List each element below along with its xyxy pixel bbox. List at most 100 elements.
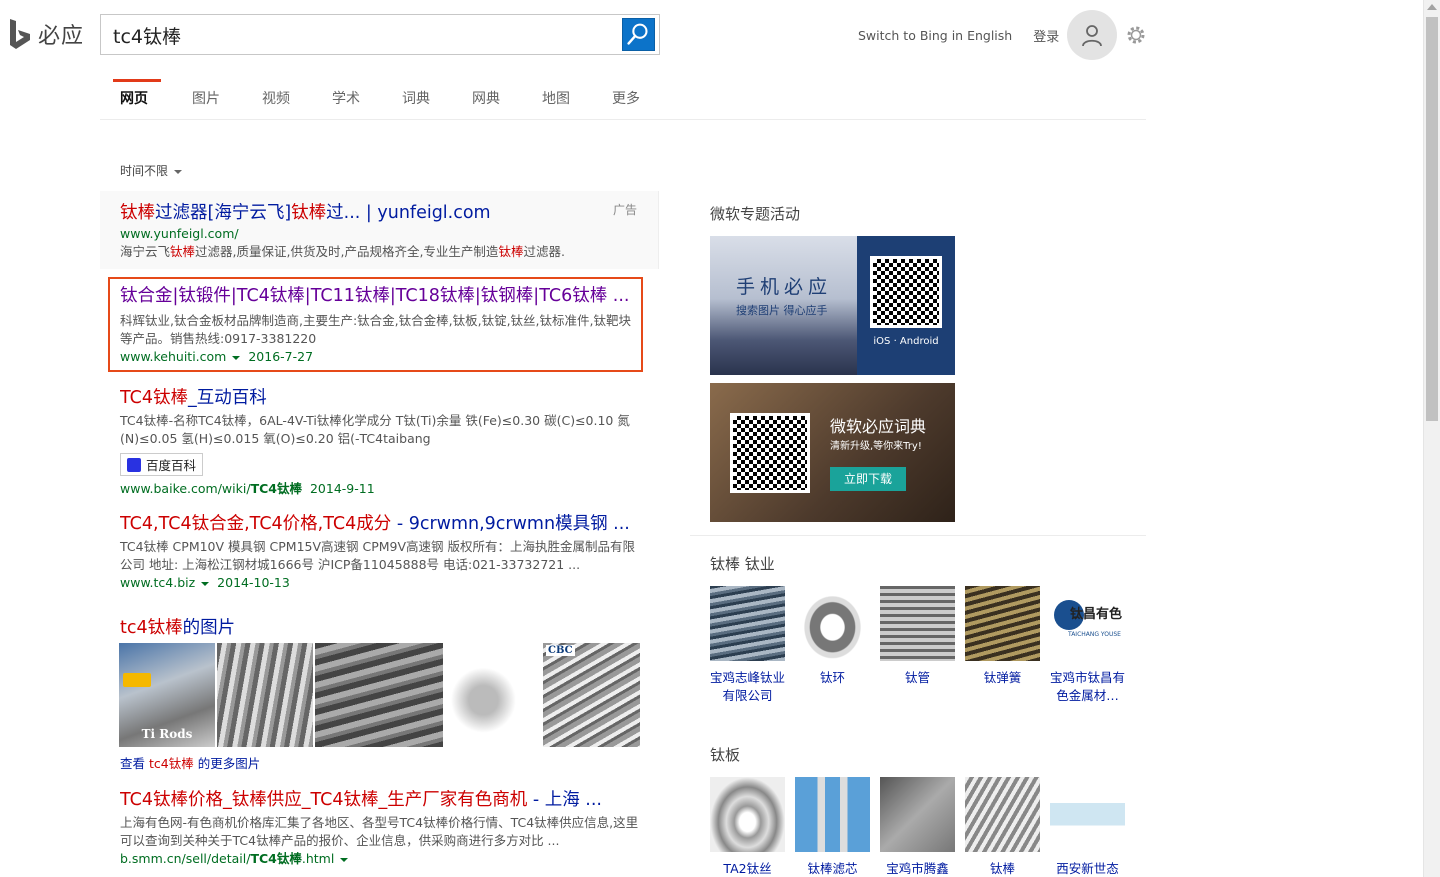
user-icon [1082,25,1103,47]
tab-web[interactable]: 网页 [120,88,148,108]
entity-label: 钛弹簧 [983,670,1022,685]
image-thumb[interactable]: CBC [543,643,640,747]
snippet-text: 过滤器,质量保证,供货及时,产品规格齐全,专业生产制造 [195,244,499,259]
chevron-down-icon[interactable] [201,581,210,586]
promo-subtitle: 搜索图片 得心应手 [736,304,828,317]
tab-images[interactable]: 图片 [192,88,220,108]
entity-card[interactable]: 钛棒滤芯 [795,777,870,877]
search-icon [627,23,648,45]
link-highlight: tc4钛棒 [148,756,194,771]
image-results-title[interactable]: tc4钛棒的图片 [120,614,235,639]
result-title[interactable]: TC4,TC4钛合金,TC4价格,TC4成分 - 9crwmn,9crwmn模具… [120,512,640,536]
url-bold: TC4钛棒 [250,851,302,866]
result-snippet: 上海有色网-有色商机价格库汇集了各地区、各型号TC4钛棒价格行情、TC4钛棒供应… [120,815,639,848]
promo-subtitle: 清新升级,等你来Try! [830,441,922,452]
title-highlight: TC4,TC4钛合金,TC4价格,TC4成分 [120,514,392,534]
entity-label: 钛管 [904,670,930,685]
url-text: www.kehuiti.com [120,349,227,364]
title-highlight: 钛棒 [120,203,155,223]
avatar[interactable] [1067,10,1118,60]
promo-bing-dict[interactable]: 微软必应词典 清新升级,等你来Try! 立即下载 [710,383,955,522]
result-url[interactable]: www.kehuiti.com 2016-7-27 [120,348,640,366]
tab-videos[interactable]: 视频 [262,88,290,108]
entity-label: 钛棒 [989,861,1015,876]
promo-bing-mobile[interactable]: 手机必应 搜索图片 得心应手 iOS · Android [710,236,955,375]
qr-panel: iOS · Android [857,236,955,375]
title-highlight: TC4钛棒 [120,388,189,408]
entity-image [965,586,1040,661]
url-text: b.smm.cn/sell/detail/ [120,851,251,866]
download-button[interactable]: 立即下载 [830,467,906,491]
entity-card[interactable]: 钛管 [880,586,955,687]
tab-maps[interactable]: 地图 [542,88,570,108]
bing-logo[interactable]: 必应 [8,18,84,50]
result-url[interactable]: b.smm.cn/sell/detail/TC4钛棒.html [120,850,640,868]
title-highlight: TC4钛棒价格_钛棒供应_TC4钛棒_生产厂家有色商机 [120,790,528,810]
entity-card[interactable]: 钛环 [795,586,870,687]
page-scrollbar[interactable] [1423,0,1440,877]
entity-image [795,586,870,661]
promo-title: 手机必应 [736,276,833,298]
result-baike-cite: www.baike.com/wiki/TC4钛棒 2014-9-11 [120,480,640,498]
title-text: 过滤器[海宁云飞] [155,203,292,223]
entity-label: TA2钛丝 [723,861,772,876]
entity-image [880,777,955,852]
baike-badge[interactable]: 百度百科 [120,453,204,476]
entity-image [710,777,785,852]
search-button[interactable] [622,18,655,51]
switch-language-link[interactable]: Switch to Bing in English [858,28,1012,43]
title-text: - 上海 ... [527,790,602,810]
chevron-down-icon[interactable] [232,355,241,360]
entity-card[interactable]: 宝鸡市腾鑫 [880,777,955,877]
promo-platforms: iOS · Android [873,336,939,347]
image-thumb[interactable] [217,643,313,747]
more-images-link[interactable]: 查看 tc4钛棒 的更多图片 [120,753,260,772]
scrollbar-thumb[interactable] [1426,17,1438,421]
entity-card[interactable]: 宝鸡志峰钛业有限公司 [710,586,785,705]
result-title[interactable]: TC4钛棒价格_钛棒供应_TC4钛棒_生产厂家有色商机 - 上海 ... [120,788,640,812]
search-input[interactable] [113,21,618,49]
tab-dictionary[interactable]: 词典 [402,88,430,108]
result-kehuiti: 钛合金|钛锻件|TC4钛棒|TC11钛棒|TC18钛棒|钛钢棒|TC6钛棒 ..… [120,284,640,366]
title-text: - 9crwmn,9crwmn模具钢 ... [391,514,630,534]
result-title[interactable]: 钛合金|钛锻件|TC4钛棒|TC11钛棒|TC18钛棒|钛钢棒|TC6钛棒 ..… [120,284,640,308]
result-url[interactable]: www.baike.com/wiki/TC4钛棒 2014-9-11 [120,480,640,498]
entity-label: 宝鸡志峰钛业有限公司 [710,670,786,703]
url-bold: TC4钛棒 [250,481,302,496]
time-filter-dropdown[interactable]: 时间不限 [120,162,183,179]
entity-card[interactable]: 钛昌有色 TAICHANG YOUSE 宝鸡市钛昌有色金属材… [1050,586,1125,705]
active-tab-indicator [113,79,161,82]
ad-result-url[interactable]: www.yunfeigl.com/ [120,225,640,243]
snippet-highlight: 钛棒 [170,244,196,259]
entity-image [795,777,870,852]
tab-academic[interactable]: 学术 [332,88,360,108]
entity-image [880,586,955,661]
tab-wangdian[interactable]: 网典 [472,88,500,108]
entity-card[interactable]: 钛弹簧 [965,586,1040,687]
signin-link[interactable]: 登录 [1033,26,1059,45]
section-heading: 钛板 [710,746,741,764]
entity-card[interactable]: 西安新世态 [1050,777,1125,877]
gear-icon[interactable] [1126,25,1146,45]
entity-label: 宝鸡市钛昌有色金属材… [1050,670,1126,703]
image-thumb[interactable] [315,643,443,747]
entity-card[interactable]: TA2钛丝 [710,777,785,877]
title-highlight: tc4钛棒 [120,618,183,638]
snippet-text: 海宁云飞 [120,244,171,259]
scroll-up-arrow-icon[interactable] [1427,4,1437,10]
entity-label: 宝鸡市腾鑫 [886,861,949,876]
tab-more[interactable]: 更多 [612,88,640,108]
snippet-line: TC4钛棒-名称TC4钛棒，6AL-4V-Ti钛棒化学成分 T钛(Ti)余量 铁… [120,413,630,428]
logo-subtext: TAICHANG YOUSE [1068,631,1121,638]
image-thumb[interactable]: Ti Rods [119,643,215,747]
entity-card[interactable]: 钛棒 [965,777,1040,877]
image-thumb[interactable] [445,643,541,747]
result-title[interactable]: TC4钛棒_互动百科 [120,386,640,410]
link-text: 查看 [120,756,149,771]
bing-b-icon [10,19,30,49]
snippet-line: (N)≤0.05 氢(H)≤0.015 氧(O)≤0.20 铝(-TC4taib… [120,431,431,446]
ad-result-title[interactable]: 钛棒过滤器[海宁云飞]钛棒过... | yunfeigl.com [120,201,640,225]
chevron-down-icon[interactable] [340,857,349,862]
snippet-text: 过滤器. [523,244,565,259]
result-url[interactable]: www.tc4.biz 2014-10-13 [120,574,640,592]
